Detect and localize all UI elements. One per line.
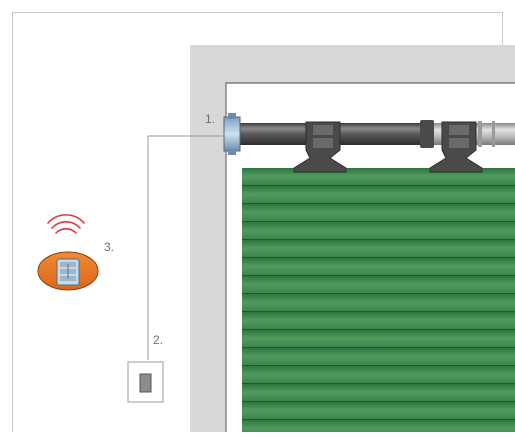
shutter-slat bbox=[242, 366, 515, 384]
shutter-slat bbox=[242, 204, 515, 222]
roller-shutter-curtain bbox=[242, 168, 515, 437]
wall-switch-icon bbox=[127, 361, 164, 403]
remote-control-icon bbox=[37, 251, 99, 291]
shutter-slat bbox=[242, 258, 515, 276]
shutter-slat bbox=[242, 402, 515, 420]
shutter-slat bbox=[242, 294, 515, 312]
shutter-slat bbox=[242, 276, 515, 294]
shutter-slat bbox=[242, 348, 515, 366]
shutter-installation-diagram: 1. 2. 3. bbox=[0, 0, 515, 437]
wall-switch-label: 2. bbox=[153, 333, 164, 347]
shutter-slat bbox=[242, 312, 515, 330]
shutter-slat bbox=[242, 330, 515, 348]
diagram-canvas bbox=[12, 12, 515, 437]
shutter-slat bbox=[242, 186, 515, 204]
shutter-slat bbox=[242, 384, 515, 402]
shutter-slat bbox=[242, 222, 515, 240]
tube-motor-label: 1. bbox=[205, 112, 216, 126]
shutter-slat bbox=[242, 420, 515, 437]
remote-label: 3. bbox=[104, 240, 115, 254]
shutter-slat bbox=[242, 240, 515, 258]
